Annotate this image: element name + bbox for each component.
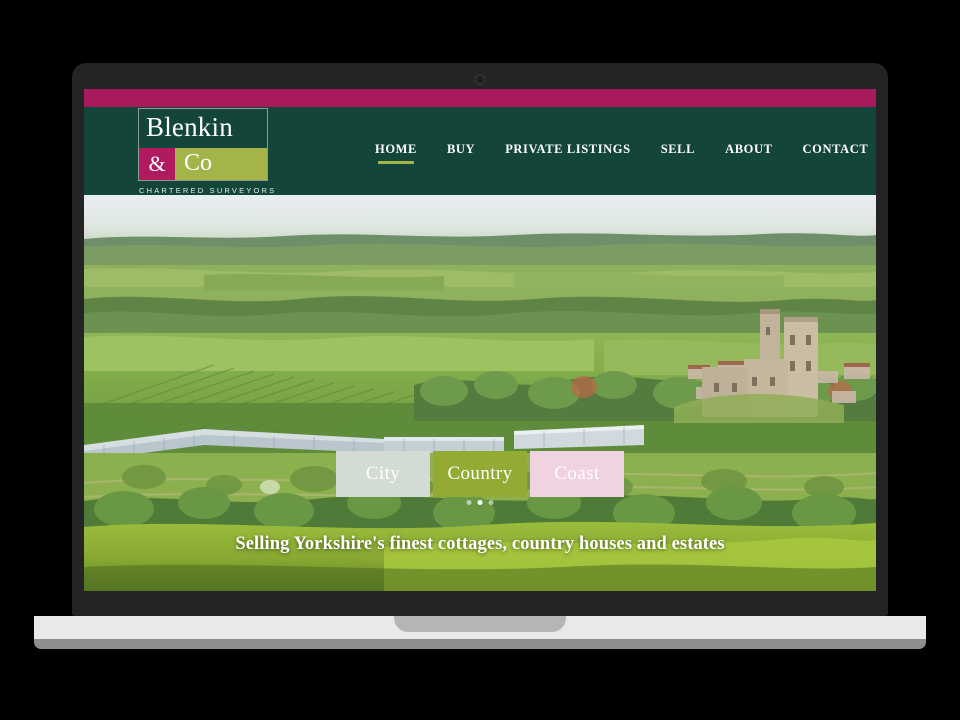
slider-dot-2[interactable]	[477, 500, 483, 505]
nav-item-about[interactable]: ABOUT	[725, 142, 772, 157]
logo-name-primary: Blenkin	[138, 107, 268, 148]
site-header: Blenkin & Co CHARTERED SURVEYORS HOME BU…	[84, 107, 876, 195]
nav-item-buy[interactable]: BUY	[447, 142, 475, 157]
hero-tab-coast[interactable]: Coast	[530, 451, 624, 497]
laptop-hinge-notch	[394, 616, 566, 632]
logo-name-secondary: Co	[175, 147, 267, 180]
main-navigation: HOME BUY PRIVATE LISTINGS SELL ABOUT CON…	[375, 142, 869, 164]
hero-tagline: Selling Yorkshire's finest cottages, cou…	[235, 534, 725, 554]
hero-category-tabs: City Country Coast	[336, 451, 624, 497]
accent-top-bar	[84, 89, 876, 107]
logo-ampersand: &	[139, 147, 175, 180]
site-logo[interactable]: Blenkin & Co CHARTERED SURVEYORS	[138, 107, 277, 195]
slider-dot-3[interactable]	[488, 500, 494, 505]
hero-tab-city[interactable]: City	[336, 451, 430, 497]
webcam-icon	[474, 74, 486, 85]
nav-item-sell[interactable]: SELL	[661, 142, 695, 157]
nav-item-contact[interactable]: CONTACT	[803, 142, 869, 157]
logo-tagline: CHARTERED SURVEYORS	[139, 185, 277, 195]
logo-name-row: & Co	[138, 147, 268, 181]
slider-dot-1[interactable]	[466, 500, 472, 505]
hero-tab-country[interactable]: Country	[433, 451, 527, 497]
laptop-screen: Blenkin & Co CHARTERED SURVEYORS HOME BU…	[84, 89, 876, 591]
nav-item-private-listings[interactable]: PRIVATE LISTINGS	[505, 142, 631, 157]
hero-landscape-image	[84, 195, 876, 591]
laptop-base-lip	[34, 639, 926, 649]
hero-section: City Country Coast Selling Yorkshire's f…	[84, 195, 876, 591]
screenshot-stage: Blenkin & Co CHARTERED SURVEYORS HOME BU…	[0, 0, 960, 720]
hero-slider-dots	[466, 500, 494, 505]
nav-item-home[interactable]: HOME	[375, 142, 417, 164]
